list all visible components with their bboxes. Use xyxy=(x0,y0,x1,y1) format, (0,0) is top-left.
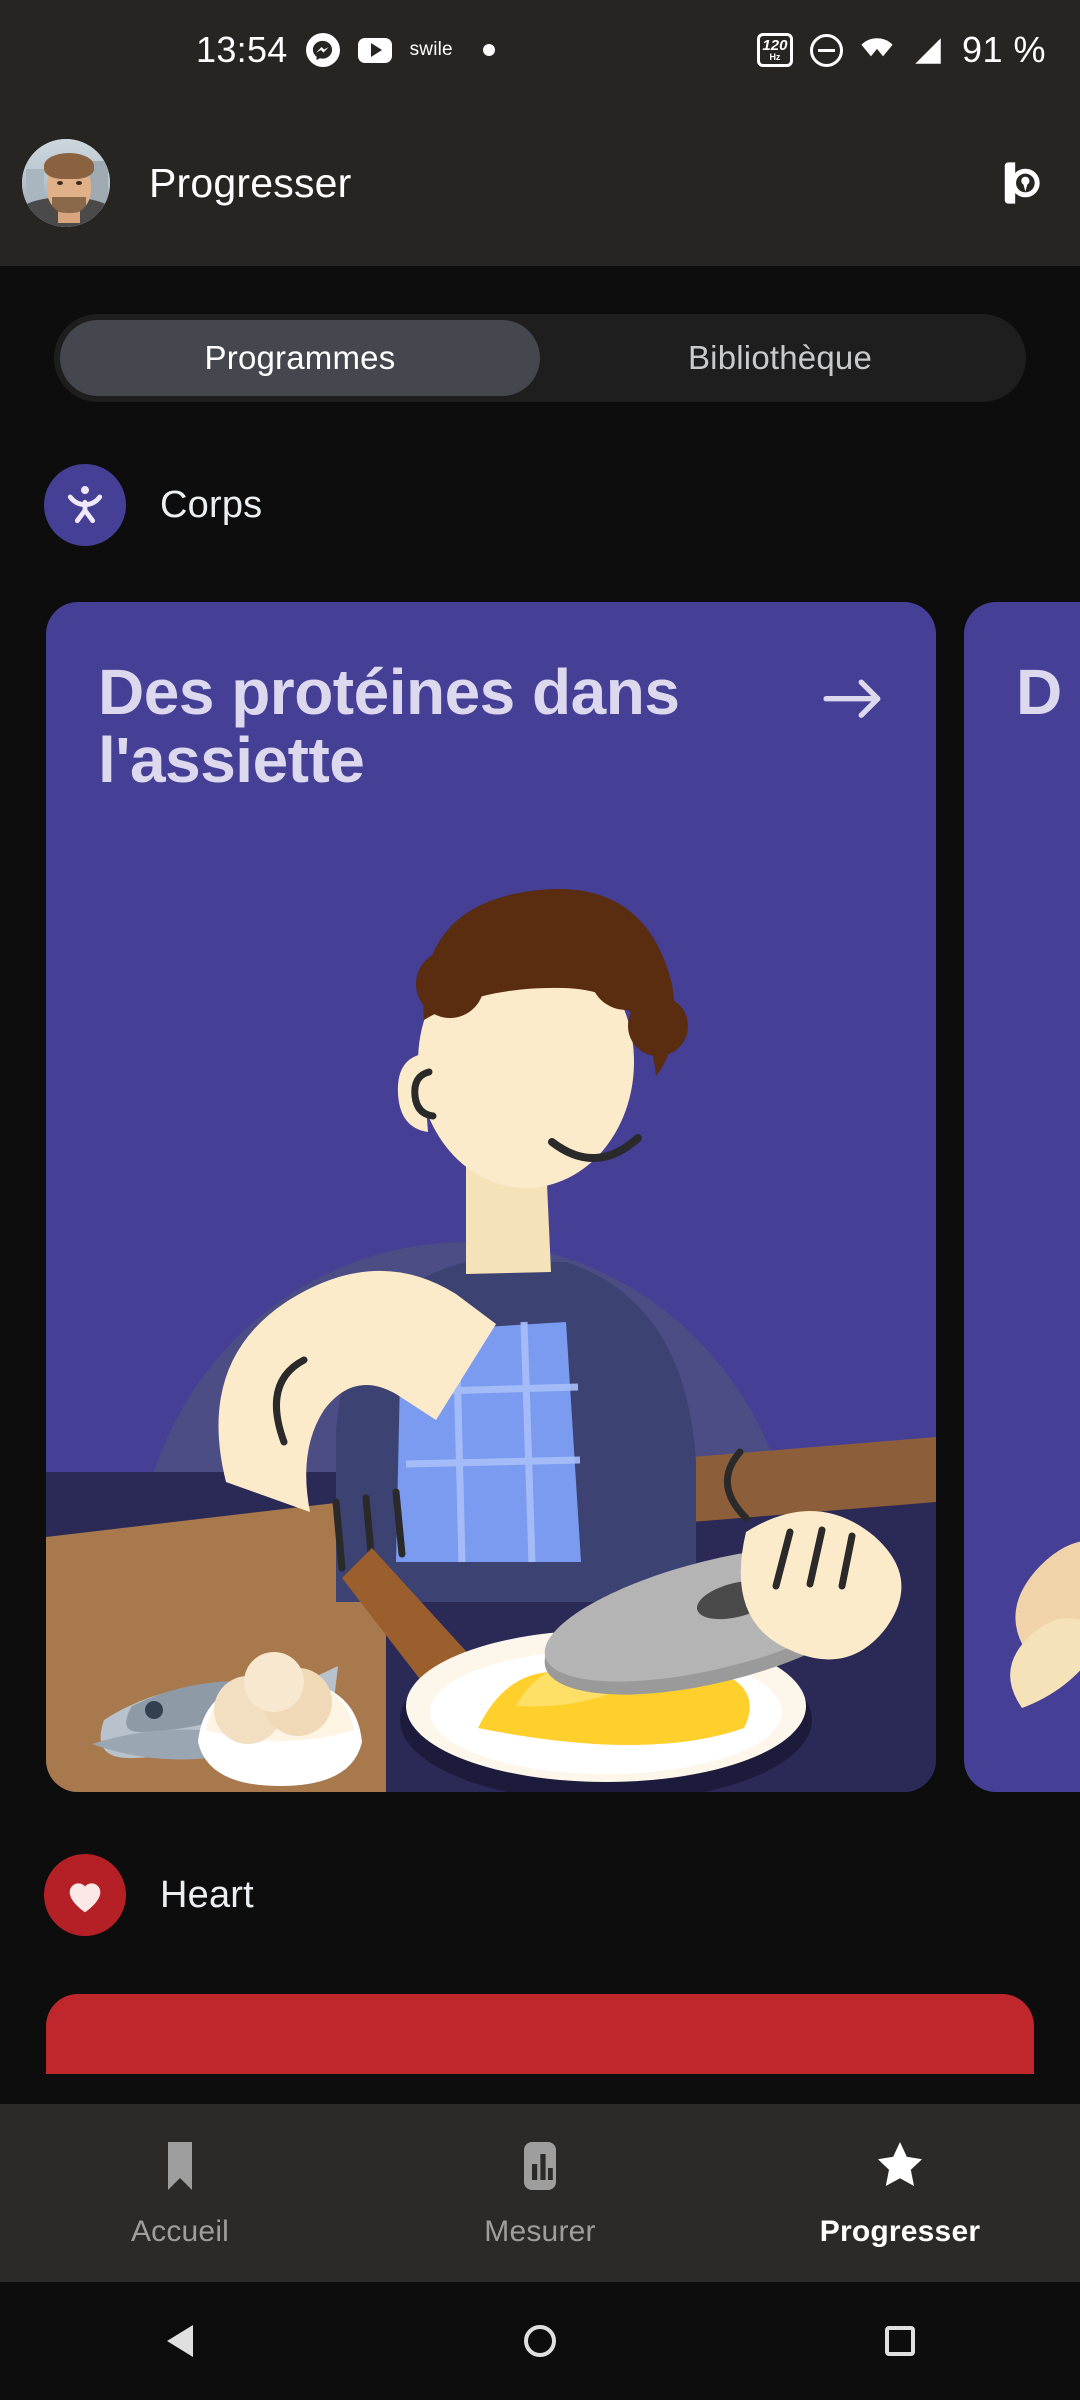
dot-icon xyxy=(482,44,495,56)
nav-label-mesurer: Mesurer xyxy=(484,2215,596,2248)
card-header-next: D p xyxy=(964,602,1080,728)
nav-label-progresser: Progresser xyxy=(819,2215,981,2248)
next-card-illustration xyxy=(1010,1541,1080,1708)
program-card-proteines[interactable]: Des protéines dans l'assiette xyxy=(46,602,936,1792)
swile-notification-label: swile xyxy=(409,39,453,60)
section-header-corps: Corps xyxy=(0,464,1080,546)
battery-percentage: 91 % xyxy=(961,29,1046,70)
youtube-icon xyxy=(357,37,392,63)
status-clock: 13:54 xyxy=(196,29,288,70)
heart-icon xyxy=(44,1854,126,1936)
bottom-navigation: Accueil Mesurer Progresser xyxy=(0,2104,1080,2282)
bookmark-icon xyxy=(156,2137,204,2195)
status-bar-right: 120 Hz 91 % xyxy=(756,29,1046,71)
triangle-back-icon xyxy=(167,2325,193,2357)
tab-bar-container: Programmes Bibliothèque xyxy=(0,266,1080,402)
cellular-signal-icon xyxy=(911,34,945,66)
recents-button[interactable] xyxy=(720,2326,1080,2356)
home-button[interactable] xyxy=(360,2325,720,2357)
bar-chart-icon xyxy=(516,2137,564,2195)
section-header-heart: Heart xyxy=(0,1854,1080,1936)
wifi-icon xyxy=(860,34,894,67)
star-icon xyxy=(876,2137,924,2195)
section-title-corps: Corps xyxy=(160,483,263,526)
android-system-nav xyxy=(0,2282,1080,2400)
app-bar: Progresser xyxy=(0,100,1080,266)
arrow-right-icon[interactable] xyxy=(822,676,884,722)
tab-bar: Programmes Bibliothèque xyxy=(54,314,1026,402)
messenger-icon xyxy=(305,33,340,67)
tab-bibliotheque[interactable]: Bibliothèque xyxy=(540,320,1020,396)
refresh-rate-unit: Hz xyxy=(769,52,781,62)
card-title: Des protéines dans l'assiette xyxy=(98,656,680,797)
status-bar-left: 13:54 swile xyxy=(34,29,757,71)
nav-item-progresser[interactable]: Progresser xyxy=(720,2137,1080,2249)
avatar[interactable] xyxy=(22,139,110,227)
tab-programmes[interactable]: Programmes xyxy=(60,320,540,396)
section-heart: Heart xyxy=(0,1854,1080,2074)
nav-item-accueil[interactable]: Accueil xyxy=(0,2137,360,2249)
square-recents-icon xyxy=(885,2326,915,2356)
nav-item-mesurer[interactable]: Mesurer xyxy=(360,2137,720,2249)
refresh-rate-icon: 120 Hz xyxy=(756,33,793,67)
watch-device-icon[interactable] xyxy=(992,157,1044,209)
do-not-disturb-icon xyxy=(809,33,843,67)
card-carousel-corps[interactable]: Des protéines dans l'assiette D p xyxy=(0,602,1080,1792)
section-title-heart: Heart xyxy=(160,1873,254,1916)
refresh-rate-value: 120 xyxy=(762,37,788,54)
card-header: Des protéines dans l'assiette xyxy=(46,602,936,795)
nav-label-accueil: Accueil xyxy=(130,2215,230,2248)
section-corps: Corps Des protéines dans l'assiette D xyxy=(0,464,1080,1792)
circle-home-icon xyxy=(524,2325,556,2357)
card-title-next: D p xyxy=(1016,656,1080,728)
status-bar: 13:54 swile 120 Hz 91 % xyxy=(0,0,1080,100)
back-button[interactable] xyxy=(0,2325,360,2357)
program-card-heart[interactable] xyxy=(46,1994,1034,2074)
page-title: Progresser xyxy=(149,159,352,206)
body-person-icon xyxy=(44,464,126,546)
program-card-next[interactable]: D p xyxy=(964,602,1080,1792)
